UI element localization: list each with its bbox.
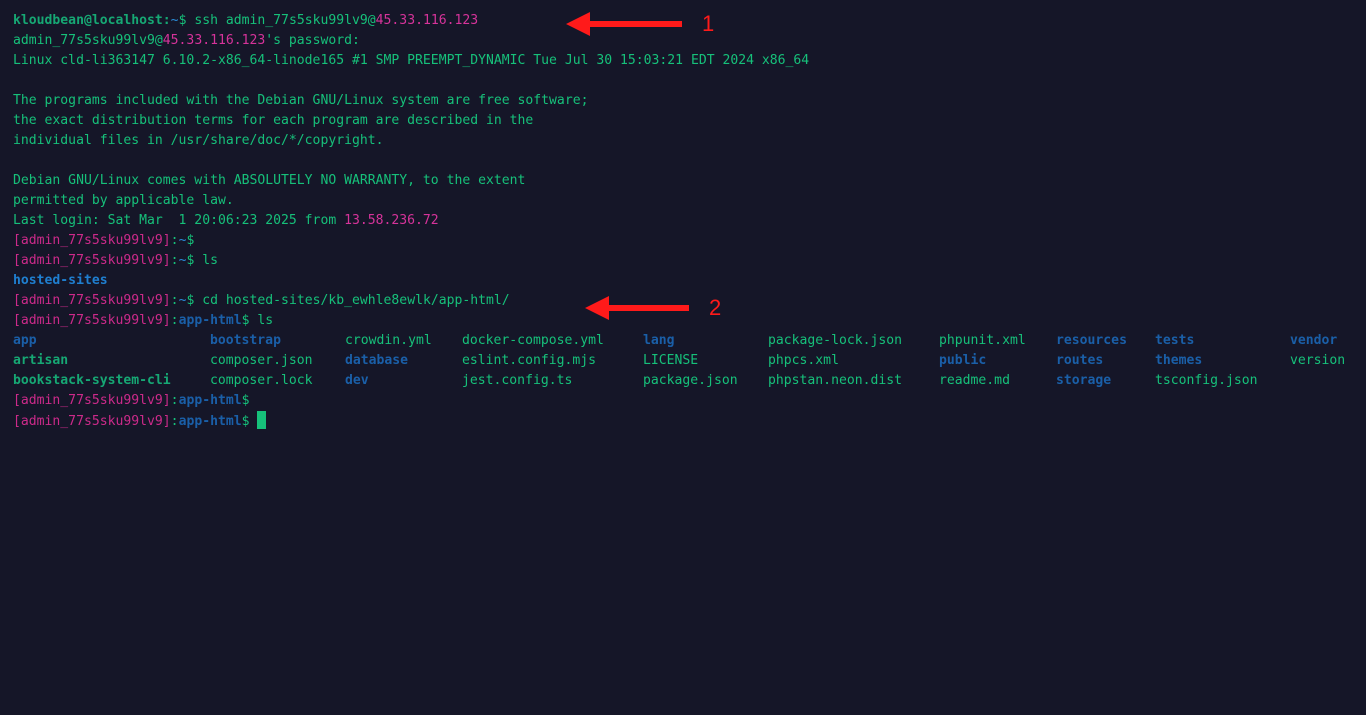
command-text: ls [249, 313, 274, 328]
annotation-label: 1 [702, 11, 715, 36]
prompt-separator: : [170, 393, 179, 408]
prompt-separator: : [170, 253, 179, 268]
terminal-line-current-prompt[interactable]: [admin_77s5sku99lv9]:app-html$ [13, 411, 1366, 431]
ls-entry-file: jest.config.ts [462, 373, 573, 388]
prompt-cwd: app-html [178, 313, 242, 328]
motd-line: permitted by applicable law. [13, 193, 234, 208]
annotation-label: 2 [709, 295, 722, 320]
motd-line: individual files in /usr/share/doc/*/cop… [13, 133, 384, 148]
password-suffix: 's password: [265, 33, 360, 48]
prompt-symbol: $ [241, 313, 250, 328]
terminal-line-home-listing: hosted-sites [13, 271, 1366, 291]
directory-listing: app artisan bookstack-system-cli bootstrap c… [13, 331, 1366, 391]
command-text: ls [194, 253, 218, 268]
ls-entry-file: package.json [643, 373, 738, 388]
ls-entry-file: phpcs.xml [768, 353, 839, 368]
terminal-line-last-login: Last login: Sat Mar 1 20:06:23 2025 from… [13, 211, 1366, 231]
motd-line: The programs included with the Debian GN… [13, 93, 589, 108]
ls-entry-file: crowdin.yml [345, 333, 432, 348]
prompt-cwd: app-html [178, 414, 242, 429]
dir-entry-hosted-sites: hosted-sites [13, 273, 108, 288]
ls-entry-dir: tests [1155, 333, 1195, 348]
terminal-line-prompt: [admin_77s5sku99lv9]:~$ [13, 231, 1366, 251]
terminal-window[interactable]: kloudbean@localhost:~$ ssh admin_77s5sku… [13, 11, 1366, 715]
remote-prompt-user: [admin_77s5sku99lv9] [13, 393, 171, 408]
remote-prompt-user: [admin_77s5sku99lv9] [13, 293, 171, 308]
ls-entry-file: LICENSE [643, 353, 699, 368]
ls-entry-dir: themes [1155, 353, 1203, 368]
ls-entry-file: package-lock.json [768, 333, 903, 348]
local-prompt-user-host: kloudbean@localhost [13, 13, 163, 28]
remote-prompt-user: [admin_77s5sku99lv9] [13, 313, 171, 328]
ls-entry-file: composer.json [210, 353, 313, 368]
prompt-path: ~ [170, 13, 179, 28]
motd-line: Debian GNU/Linux comes with ABSOLUTELY N… [13, 173, 526, 188]
ls-entry-dir: app [13, 333, 37, 348]
ls-entry-dir: resources [1056, 333, 1127, 348]
ls-entry-exec: bookstack-system-cli [13, 373, 171, 388]
terminal-line-prompt: [admin_77s5sku99lv9]:app-html$ [13, 391, 1366, 411]
terminal-cursor[interactable] [257, 411, 267, 429]
prompt-symbol: $ [241, 414, 250, 429]
remote-prompt-user: [admin_77s5sku99lv9] [13, 253, 171, 268]
ls-entry-dir: bootstrap [210, 333, 281, 348]
terminal-line-uname: Linux cld-li363147 6.10.2-x86_64-linode1… [13, 53, 810, 68]
last-login-ip: 13.58.236.72 [344, 213, 439, 228]
prompt-separator: : [170, 414, 179, 429]
ls-entry-file: composer.lock [210, 373, 313, 388]
prompt-cwd: app-html [178, 393, 242, 408]
prompt-separator: : [170, 233, 179, 248]
ls-entry-dir: database [345, 353, 409, 368]
ls-entry-file: docker-compose.yml [462, 333, 604, 348]
ls-entry-dir: lang [643, 333, 675, 348]
ls-entry-dir: vendor [1290, 333, 1338, 348]
ls-entry-dir: storage [1056, 373, 1112, 388]
ssh-host-ip: 45.33.116.123 [375, 13, 479, 28]
red-arrow-left-icon [585, 296, 689, 320]
remote-prompt-user: [admin_77s5sku99lv9] [13, 233, 171, 248]
password-user: admin_77s5sku99lv9@ [13, 33, 163, 48]
prompt-symbol: $ [178, 13, 187, 28]
ls-entry-file: eslint.config.mjs [462, 353, 597, 368]
prompt-separator: : [170, 293, 179, 308]
annotation-arrow-1: 1 [566, 11, 714, 37]
prompt-separator: : [162, 13, 171, 28]
ssh-command: ssh admin_77s5sku99lv9@ [194, 13, 376, 28]
annotation-arrow-2: 2 [585, 295, 721, 321]
motd-line [13, 151, 1366, 171]
prompt-symbol: $ [186, 233, 195, 248]
ls-entry-file: readme.md [939, 373, 1010, 388]
last-login-text: Last login: Sat Mar 1 20:06:23 2025 from [13, 213, 345, 228]
motd-line: the exact distribution terms for each pr… [13, 113, 534, 128]
password-host-ip: 45.33.116.123 [162, 33, 266, 48]
red-arrow-left-icon [566, 12, 682, 36]
ls-entry-dir: public [939, 353, 987, 368]
remote-prompt-user: [admin_77s5sku99lv9] [13, 414, 171, 429]
ls-entry-exec: artisan [13, 353, 69, 368]
cd-command: cd hosted-sites/kb_ewhle8ewlk/app-html/ [194, 293, 510, 308]
prompt-separator: : [170, 313, 179, 328]
ls-entry-file: phpunit.xml [939, 333, 1026, 348]
ls-entry-file: tsconfig.json [1155, 373, 1258, 388]
ls-entry-file: version [1290, 353, 1346, 368]
ls-entry-dir: dev [345, 373, 369, 388]
prompt-symbol: $ [241, 393, 250, 408]
ls-entry-file: phpstan.neon.dist [768, 373, 903, 388]
ls-entry-dir: routes [1056, 353, 1104, 368]
terminal-line-ls-home: [admin_77s5sku99lv9]:~$ ls [13, 251, 1366, 271]
